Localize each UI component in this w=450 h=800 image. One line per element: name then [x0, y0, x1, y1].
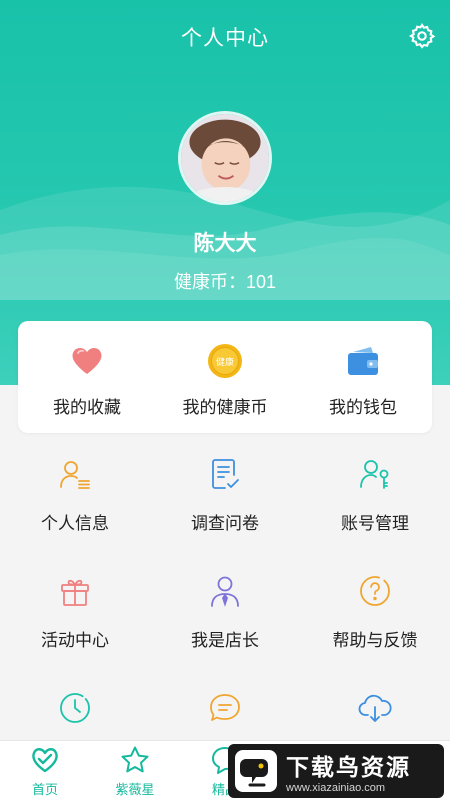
activity-center-button[interactable]: 活动中心	[0, 562, 150, 679]
survey-button[interactable]: 调查问卷	[150, 445, 300, 562]
activity-center-label: 活动中心	[41, 631, 109, 650]
avatar-photo	[181, 114, 269, 202]
tab-home-label: 首页	[31, 782, 58, 797]
clock-icon	[60, 693, 90, 723]
user-info-icon	[60, 461, 90, 489]
menu-row: 个人信息 调查问卷 账号管理	[0, 445, 450, 562]
bird-logo-icon	[235, 750, 277, 792]
tab-ziweixing[interactable]: 紫薇星	[90, 741, 180, 800]
help-feedback-button[interactable]: 帮助与反馈	[300, 562, 450, 679]
help-feedback-label: 帮助与反馈	[332, 631, 418, 650]
my-health-coins-button[interactable]: 健康 我的健康币	[156, 321, 294, 433]
survey-label: 调查问卷	[191, 514, 259, 533]
heart-icon	[72, 347, 102, 374]
gear-icon[interactable]	[408, 22, 436, 50]
gift-icon	[61, 579, 89, 606]
username: 陈大大	[193, 232, 257, 255]
page-title: 个人中心	[181, 27, 269, 50]
account-management-label: 账号管理	[341, 514, 409, 533]
message-icon	[210, 694, 240, 721]
tab-home[interactable]: 首页	[0, 741, 90, 800]
quick-actions-card: 我的收藏 健康 我的健康币 我的钱包	[18, 321, 432, 433]
star-icon	[121, 746, 149, 773]
menu-row: 活动中心 我是店长 帮助与反馈	[0, 562, 450, 679]
tab-ziweixing-label: 紫薇星	[115, 782, 155, 797]
survey-icon	[212, 459, 239, 489]
manager-icon	[211, 576, 239, 607]
my-health-coins-label: 我的健康币	[182, 398, 268, 417]
coin-text: 健康	[216, 356, 234, 368]
i-am-manager-label: 我是店长	[191, 631, 259, 650]
help-icon	[360, 576, 390, 606]
i-am-manager-button[interactable]: 我是店长	[150, 562, 300, 679]
cloud-download-icon	[358, 694, 392, 722]
home-heart-icon	[32, 748, 58, 773]
watermark-title: 下载鸟资源	[286, 754, 411, 780]
account-management-button[interactable]: 账号管理	[300, 445, 450, 562]
my-favorites-button[interactable]: 我的收藏	[18, 321, 156, 433]
coin-icon: 健康	[208, 344, 242, 378]
wallet-icon	[348, 347, 378, 375]
watermark-url: www.xiazainiao.com	[286, 782, 386, 794]
my-favorites-label: 我的收藏	[53, 398, 121, 417]
my-wallet-button[interactable]: 我的钱包	[294, 321, 432, 433]
health-coin-balance: 健康币：101	[173, 272, 277, 292]
avatar[interactable]	[178, 111, 272, 205]
personal-info-button[interactable]: 个人信息	[0, 445, 150, 562]
watermark-badge: 下载鸟资源 www.xiazainiao.com	[228, 744, 444, 798]
account-key-icon	[360, 460, 389, 489]
personal-info-label: 个人信息	[41, 514, 109, 533]
my-wallet-label: 我的钱包	[329, 398, 397, 417]
